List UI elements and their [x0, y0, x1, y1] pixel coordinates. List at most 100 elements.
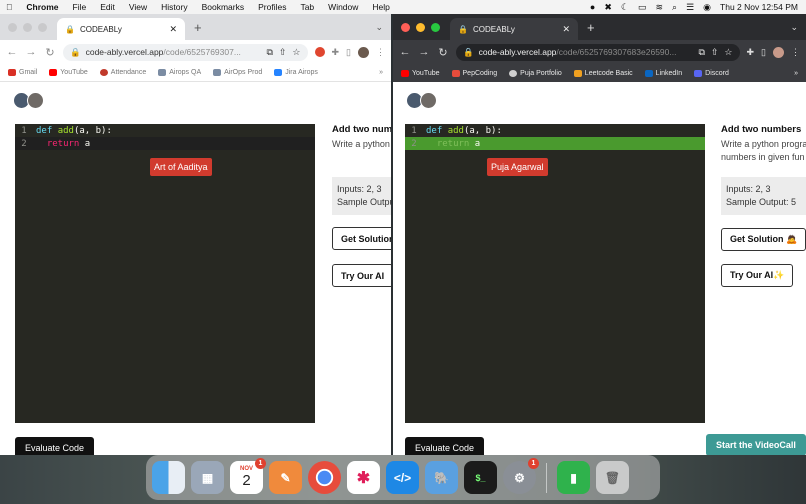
bookmark-gmail[interactable]: Gmail	[8, 69, 37, 76]
bookmark-airops-qa[interactable]: Airops QA	[158, 69, 201, 76]
menu-edit[interactable]: Edit	[100, 2, 115, 12]
share-icon[interactable]: ⇧	[711, 47, 719, 58]
finder-icon[interactable]	[152, 461, 185, 494]
avatar[interactable]	[420, 92, 437, 109]
zoom-window-icon[interactable]	[38, 22, 47, 32]
apple-icon[interactable]: 	[6, 2, 12, 12]
start-videocall-button[interactable]: Start the VideoCall	[706, 434, 806, 455]
chrome-menu-icon[interactable]: ⋮	[791, 47, 800, 58]
get-solution-button[interactable]: Get Solution 🙇	[721, 228, 806, 251]
menu-bookmarks[interactable]: Bookmarks	[202, 2, 245, 12]
side-panel-icon[interactable]: ▯	[346, 47, 351, 58]
bookmark-discord[interactable]: Discord	[694, 69, 729, 77]
new-tab-icon[interactable]: +	[194, 20, 202, 35]
tableplus-icon[interactable]: 🐘	[425, 461, 458, 494]
numbers-icon[interactable]: ▮	[557, 461, 590, 494]
extension-red-icon[interactable]	[314, 47, 325, 57]
menu-file[interactable]: File	[73, 2, 87, 12]
code-editor[interactable]: 1 def add(a, b): 2 return a Puja Agarwal	[405, 124, 705, 423]
slack-icon[interactable]: ✱	[347, 461, 380, 494]
install-app-icon[interactable]: ⧉	[698, 47, 704, 58]
settings-icon[interactable]: ⚙ 1	[503, 458, 539, 494]
forward-arrow-icon[interactable]: →	[25, 46, 37, 58]
tab-codeably[interactable]: 🔒 CODEABLy ✕	[57, 18, 185, 40]
bookmarks-overflow-icon[interactable]: »	[379, 69, 383, 76]
pen-icon[interactable]: ✎	[269, 461, 302, 494]
bookmark-leetcode-basic[interactable]: Leetcode Basic	[573, 69, 633, 77]
vscode-icon[interactable]: </>	[386, 461, 419, 494]
chrome-menu-icon[interactable]: ⋮	[376, 47, 385, 58]
menu-help[interactable]: Help	[372, 2, 389, 12]
status-battery-icon[interactable]: ▭	[638, 2, 647, 13]
back-arrow-icon[interactable]: ←	[6, 46, 18, 58]
bookmark-airops-prod[interactable]: AirOps Prod	[213, 69, 262, 76]
tab-close-icon[interactable]: ✕	[562, 24, 570, 35]
bookmark-youtube[interactable]: YouTube	[49, 69, 88, 76]
sample-output: Sample Output: 5	[726, 197, 797, 207]
status-ext-icon[interactable]: ✖	[604, 2, 612, 13]
avatar[interactable]	[27, 92, 44, 109]
close-window-icon[interactable]	[401, 22, 410, 32]
reload-icon[interactable]: ↻	[44, 46, 56, 59]
menubar-clock[interactable]: Thu 2 Nov 12:54 PM	[720, 2, 798, 12]
install-app-icon[interactable]: ⧉	[266, 47, 272, 58]
code-line[interactable]: 2 return a	[15, 137, 315, 150]
chrome-icon[interactable]	[308, 461, 341, 494]
code-text: def add(a, b):	[426, 125, 502, 136]
status-moon-icon[interactable]: ☾	[621, 2, 629, 13]
terminal-icon[interactable]: $_	[464, 461, 497, 494]
bookmark-attendance[interactable]: Attendance	[99, 69, 146, 76]
calendar-icon[interactable]: NOV 2 1	[230, 458, 266, 494]
profile-avatar[interactable]	[773, 46, 784, 58]
spotlight-search-icon[interactable]: ⌕	[672, 2, 677, 13]
bookmarks-overflow-icon[interactable]: »	[794, 70, 798, 77]
status-dot-icon[interactable]: ●	[590, 2, 595, 12]
code-line[interactable]: 1 def add(a, b):	[15, 124, 315, 137]
menu-profiles[interactable]: Profiles	[258, 2, 286, 12]
close-window-icon[interactable]	[8, 22, 17, 32]
minimize-window-icon[interactable]	[416, 22, 425, 32]
extensions-puzzle-icon[interactable]: ✚	[747, 47, 755, 58]
tab-codeably[interactable]: 🔒 CODEABLy ✕	[450, 18, 578, 40]
share-icon[interactable]: ⇧	[279, 47, 287, 58]
zoom-window-icon[interactable]	[431, 22, 440, 32]
try-ai-button[interactable]: Try Our AI	[332, 264, 391, 287]
bookmark-linkedin[interactable]: LinkedIn	[644, 69, 682, 77]
launchpad-icon[interactable]: ▦	[191, 461, 224, 494]
reload-icon[interactable]: ↻	[437, 46, 449, 59]
menu-history[interactable]: History	[161, 2, 187, 12]
try-ai-button[interactable]: Try Our AI✨	[721, 264, 794, 287]
bookmark-puja-portfolio[interactable]: Puja Portfolio	[509, 69, 562, 77]
menu-window[interactable]: Window	[328, 2, 358, 12]
back-arrow-icon[interactable]: ←	[399, 46, 411, 58]
extensions-puzzle-icon[interactable]: ✚	[332, 47, 340, 58]
evaluate-code-button[interactable]: Evaluate Code	[405, 437, 485, 455]
wifi-icon[interactable]: ≋	[656, 2, 664, 13]
control-center-icon[interactable]: ☰	[686, 2, 694, 13]
tab-close-icon[interactable]: ✕	[169, 24, 177, 35]
address-bar[interactable]: 🔒 code-ably.vercel.app/code/652576930768…	[456, 43, 740, 61]
bookmark-star-icon[interactable]: ☆	[724, 47, 732, 58]
get-solution-button[interactable]: Get Solution	[332, 227, 391, 250]
evaluate-code-button[interactable]: Evaluate Code	[15, 437, 95, 455]
profile-avatar[interactable]	[358, 46, 369, 58]
bookmark-jira-airops[interactable]: Jira Airops	[274, 69, 318, 76]
trash-icon[interactable]: 🗑	[596, 461, 629, 494]
code-line[interactable]: 1 def add(a, b):	[405, 124, 705, 137]
menu-view[interactable]: View	[129, 2, 147, 12]
minimize-window-icon[interactable]	[23, 22, 32, 32]
siri-icon[interactable]: ◉	[703, 2, 711, 13]
code-line-highlighted[interactable]: 2 return a	[405, 137, 705, 150]
bookmark-pepcoding[interactable]: PepCoding	[451, 69, 497, 77]
menu-tab[interactable]: Tab	[300, 2, 314, 12]
bookmark-star-icon[interactable]: ☆	[292, 47, 300, 58]
forward-arrow-icon[interactable]: →	[418, 46, 430, 58]
bookmark-youtube[interactable]: YouTube	[401, 69, 440, 77]
new-tab-icon[interactable]: +	[587, 20, 595, 35]
code-editor[interactable]: 1 def add(a, b): 2 return a Art of Aadit…	[15, 124, 315, 423]
side-panel-icon[interactable]: ▯	[761, 47, 766, 58]
address-bar[interactable]: 🔒 code-ably.vercel.app/code/6525769307..…	[63, 43, 308, 61]
tab-search-chevron-icon[interactable]: ⌄	[375, 22, 383, 33]
menu-app-name[interactable]: Chrome	[26, 2, 58, 12]
tab-search-chevron-icon[interactable]: ⌄	[790, 22, 798, 33]
